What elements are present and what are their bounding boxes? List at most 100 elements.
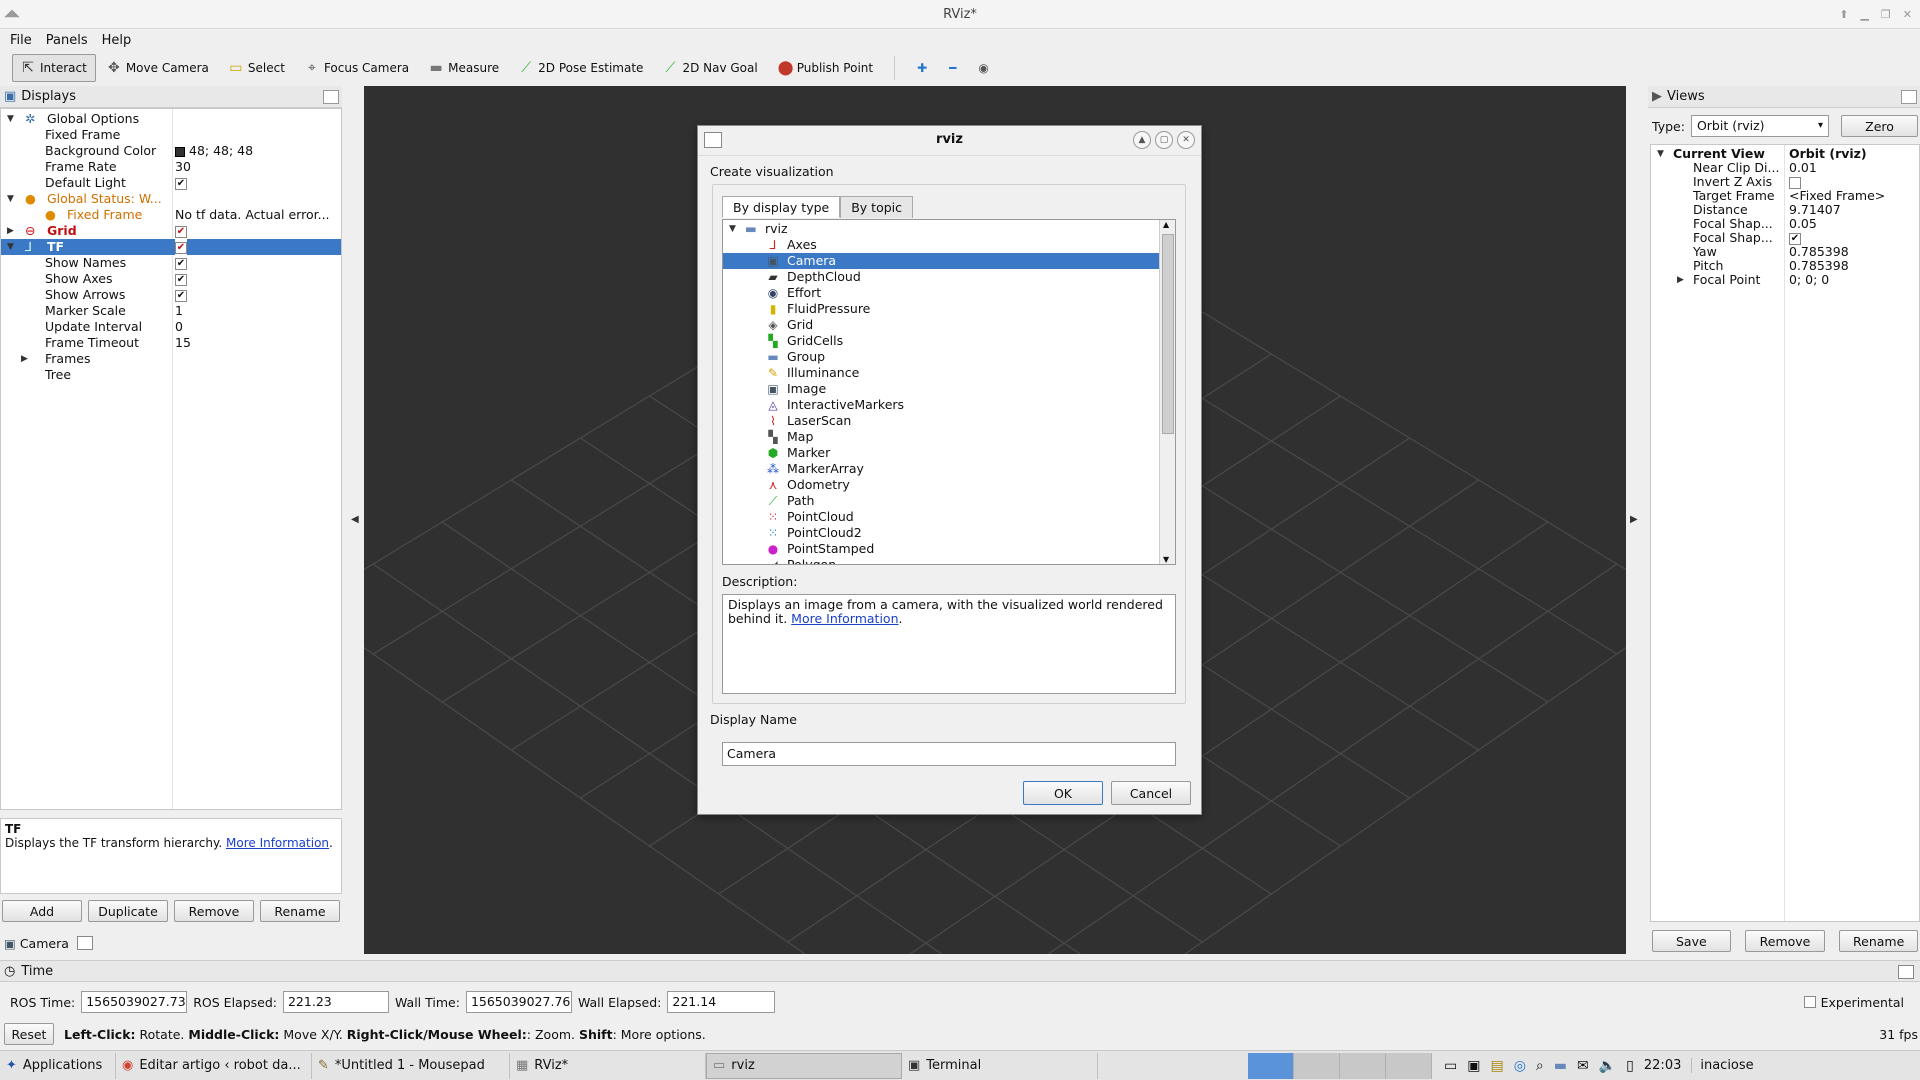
ros-time-field[interactable]: 1565039027.73 [81, 991, 188, 1013]
camera-panel-tab[interactable]: ▣ Camera [0, 932, 100, 954]
window-close-icon[interactable]: ✕ [1903, 0, 1912, 29]
display-name-input[interactable]: Camera [722, 742, 1176, 766]
ros-elapsed-field[interactable]: 221.23 [282, 991, 389, 1013]
duplicate-button[interactable]: Duplicate [88, 900, 168, 922]
wall-elapsed-field[interactable]: 221.14 [667, 991, 776, 1013]
view-row-distance[interactable]: Distance 9.71407 [1651, 203, 1919, 217]
workspace-switcher[interactable] [1248, 1052, 1432, 1079]
expand-arrow-icon[interactable]: ▶ [21, 351, 28, 367]
display-type-markerarray[interactable]: ⁂ MarkerArray [723, 461, 1159, 477]
view-type-select[interactable]: Orbit (rviz) [1690, 115, 1830, 137]
wall-time-field[interactable]: 1565039027.76 [465, 991, 572, 1013]
view-row-target-frame[interactable]: Target Frame <Fixed Frame> [1651, 189, 1919, 203]
scroll-thumb[interactable] [1162, 234, 1174, 434]
display-type-path[interactable]: ⟋ Path [723, 493, 1159, 509]
zero-button[interactable]: Zero [1841, 115, 1918, 137]
taskbar-item-editar-artigo-robot-da[interactable]: ◉ Editar artigo ‹ robot da... [116, 1052, 312, 1079]
display-type-depthcloud[interactable]: ▰ DepthCloud [723, 269, 1159, 285]
dialog-close-icon[interactable]: ✕ [1177, 131, 1195, 149]
dialog-shade-icon[interactable]: ▲ [1133, 131, 1151, 149]
scroll-down-icon[interactable]: ▼ [1163, 555, 1169, 564]
view-row-focal-point[interactable]: ▶ Focal Point 0; 0; 0 [1651, 273, 1919, 287]
display-row-tf[interactable]: ▼ ⅃ TF ✔ [1, 239, 341, 255]
display-row-show-axes[interactable]: Show Axes ✔ [1, 271, 341, 287]
tool-measure[interactable]: ▬ Measure [420, 54, 508, 82]
camera-float-toggle[interactable] [76, 936, 93, 950]
display-type-gridcells[interactable]: ▚ GridCells [723, 333, 1159, 349]
display-row-frame-timeout[interactable]: Frame Timeout 15 [1, 335, 341, 351]
view-checkbox[interactable]: ✔ [1789, 232, 1801, 245]
volume-icon[interactable]: 🔈 [1599, 1058, 1616, 1074]
window-minimize-icon[interactable]: ▁ [1860, 0, 1868, 29]
search-icon[interactable]: ⌕ [1536, 1058, 1544, 1074]
tab-by-topic[interactable]: By topic [840, 196, 914, 218]
view-row-yaw[interactable]: Yaw 0.785398 [1651, 245, 1919, 259]
tool-move-camera[interactable]: ✥ Move Camera [98, 54, 218, 82]
display-row-global-options[interactable]: ▼ ✲ Global Options [1, 111, 341, 127]
experimental-option[interactable]: Experimental [1803, 995, 1904, 1010]
display-type-polygon[interactable]: ◢ Polygon [723, 557, 1159, 564]
expand-arrow-icon[interactable]: ▶ [7, 223, 14, 239]
display-type-pointcloud2[interactable]: ⁙ PointCloud2 [723, 525, 1159, 541]
display-type-illuminance[interactable]: ✎ Illuminance [723, 365, 1159, 381]
terminal-tray-icon[interactable]: ▣ [1467, 1058, 1480, 1074]
tool-focus-camera[interactable]: ⌖ Focus Camera [296, 54, 418, 82]
display-row-tree[interactable]: Tree [1, 367, 341, 383]
user-name[interactable]: inaciose [1691, 1058, 1754, 1073]
view-row-focal-shap[interactable]: Focal Shap... 0.05 [1651, 217, 1919, 231]
folder-icon[interactable]: ▬ [1554, 1058, 1567, 1074]
display-type-camera[interactable]: ▣ Camera [723, 253, 1159, 269]
enable-checkbox[interactable]: ✔ [175, 289, 187, 302]
display-type-pointstamped[interactable]: ● PointStamped [723, 541, 1159, 557]
notes-icon[interactable]: ▤ [1490, 1058, 1503, 1074]
rename-button[interactable]: Rename [260, 900, 340, 922]
display-row-fixed-frame[interactable]: Fixed Frame [1, 127, 341, 143]
display-type-pointcloud[interactable]: ⁙ PointCloud [723, 509, 1159, 525]
color-swatch[interactable] [175, 146, 185, 157]
display-row-frames[interactable]: ▶ Frames [1, 351, 341, 367]
tool-publish-point[interactable]: ⬤ Publish Point [769, 54, 882, 82]
display-type-image[interactable]: ▣ Image [723, 381, 1159, 397]
display-row-global-status-w[interactable]: ▼ ● Global Status: W... [1, 191, 341, 207]
display-row-marker-scale[interactable]: Marker Scale 1 [1, 303, 341, 319]
dialog-maximize-icon[interactable]: ▢ [1155, 131, 1173, 149]
rename-view-button[interactable]: Rename [1839, 930, 1918, 952]
collapse-right-icon[interactable]: ▶ [1630, 514, 1638, 525]
display-type-marker[interactable]: ⬢ Marker [723, 445, 1159, 461]
tab-by-display-type[interactable]: By display type [722, 196, 841, 218]
menu-help[interactable]: Help [102, 33, 132, 48]
display-row-fixed-frame[interactable]: ● Fixed Frame No tf data. Actual error... [1, 207, 341, 223]
tool-interact[interactable]: ⇱ Interact [12, 54, 96, 82]
taskbar-item-rviz[interactable]: ▭ rviz [706, 1052, 902, 1079]
expand-arrow-icon[interactable]: ▶ [1677, 273, 1684, 287]
display-type-map[interactable]: ▚ Map [723, 429, 1159, 445]
list-scrollbar[interactable]: ▲ ▼ [1159, 220, 1175, 564]
display-type-laserscan[interactable]: ⌇ LaserScan [723, 413, 1159, 429]
display-type-odometry[interactable]: ⋏ Odometry [723, 477, 1159, 493]
add-tool-icon[interactable]: ✚ [907, 54, 937, 82]
view-checkbox[interactable] [1789, 176, 1801, 189]
tool-select[interactable]: ▭ Select [220, 54, 294, 82]
cancel-button[interactable]: Cancel [1111, 781, 1191, 805]
display-row-grid[interactable]: ▶ ⊖ Grid ✔ [1, 223, 341, 239]
display-type-axes[interactable]: ⅃ Axes [723, 237, 1159, 253]
expand-arrow-icon[interactable]: ▼ [7, 239, 14, 255]
remove-tool-icon[interactable]: ━ [939, 54, 966, 82]
mail-icon[interactable]: ✉ [1577, 1058, 1589, 1074]
enable-checkbox[interactable]: ✔ [175, 257, 187, 270]
display-row-show-names[interactable]: Show Names ✔ [1, 255, 341, 271]
reset-button[interactable]: Reset [4, 1023, 54, 1045]
view-row-invert-z-axis[interactable]: Invert Z Axis [1651, 175, 1919, 189]
add-button[interactable]: Add [2, 900, 82, 922]
taskbar-item-rviz[interactable]: ▦ RViz* [510, 1052, 706, 1079]
battery-icon[interactable]: ▯ [1626, 1058, 1634, 1074]
list-root-rviz[interactable]: ▼ ▬ rviz [723, 221, 1159, 237]
remove-button[interactable]: Remove [174, 900, 254, 922]
enable-checkbox[interactable]: ✔ [175, 273, 187, 286]
menu-panels[interactable]: Panels [46, 33, 88, 48]
tool-2d-nav-goal[interactable]: ⟋ 2D Nav Goal [654, 54, 766, 82]
display-type-fluidpressure[interactable]: ▮ FluidPressure [723, 301, 1159, 317]
display-type-group[interactable]: ▬ Group [723, 349, 1159, 365]
menu-file[interactable]: File [10, 33, 32, 48]
display-row-frame-rate[interactable]: Frame Rate 30 [1, 159, 341, 175]
